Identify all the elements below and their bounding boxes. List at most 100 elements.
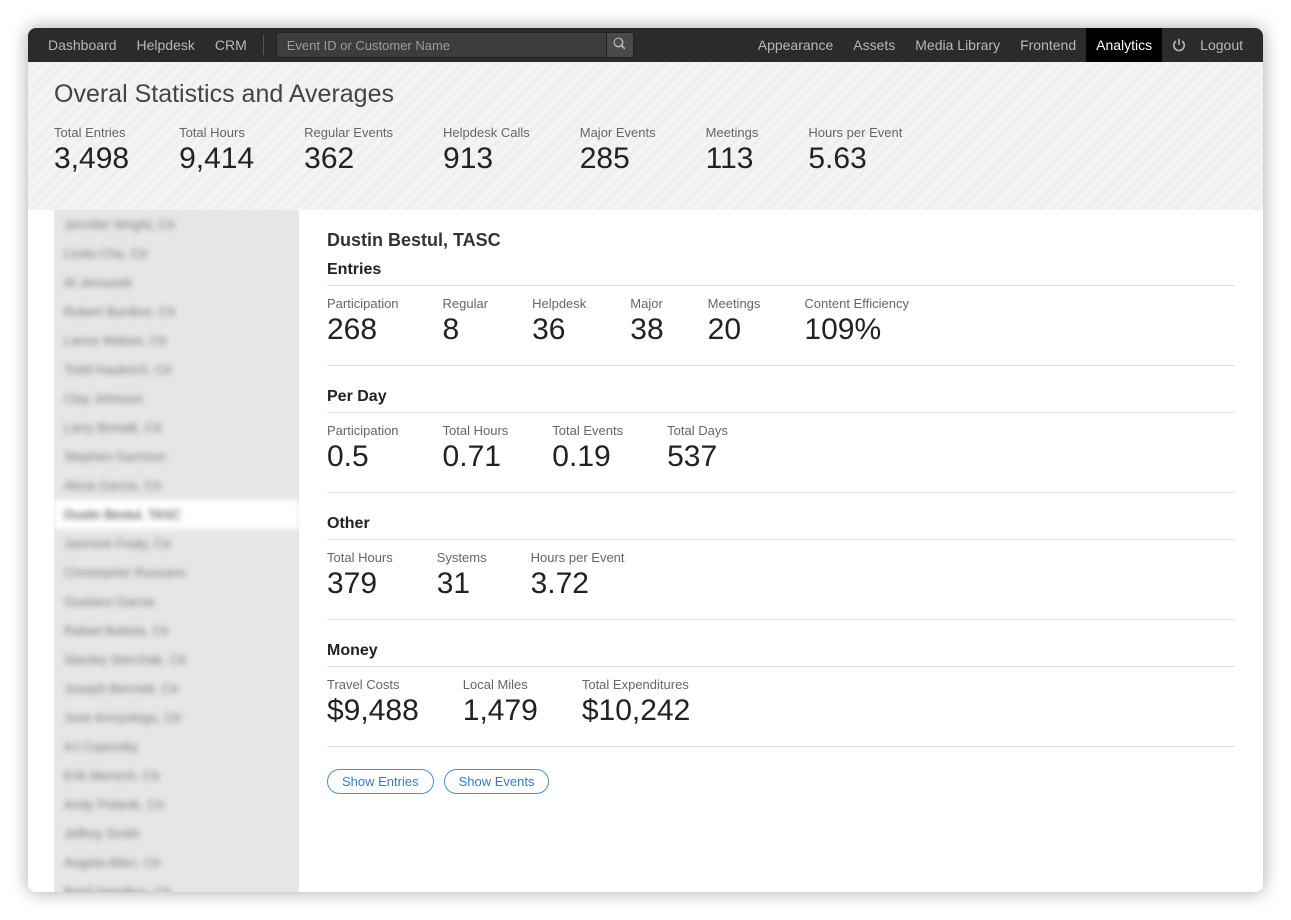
metric-label: Total Events [552,423,623,438]
search-icon [613,37,626,53]
stat-value: 113 [706,142,759,176]
metric-value: $9,488 [327,694,419,728]
metric-value: 38 [630,313,663,347]
nav-item-frontend[interactable]: Frontend [1010,28,1086,62]
stat-value: 362 [304,142,393,176]
sidebar-person[interactable]: Erik Mensch, Ctr [54,761,299,790]
power-icon [1162,38,1190,52]
nav-item-helpdesk[interactable]: Helpdesk [127,28,205,62]
search-box [276,32,634,58]
stat-label: Meetings [706,125,759,140]
sidebar-person[interactable]: Stanley Sterchak, Ctr [54,645,299,674]
metric-label: Total Hours [443,423,509,438]
sidebar-person[interactable]: Robert Burdine, Ctr [54,297,299,326]
metric-label: Major [630,296,663,311]
detail-panel: Dustin Bestul, TASC Entries Participatio… [299,210,1263,892]
section-title-entries: Entries [327,261,1235,286]
sidebar-person[interactable]: Clay Johnson [54,384,299,413]
stat-label: Total Entries [54,125,129,140]
metric-value: 3.72 [531,567,625,601]
stat-meetings: Meetings 113 [706,125,759,176]
metric-other-hours-per-event: Hours per Event 3.72 [531,550,625,601]
metric-value: 109% [804,313,909,347]
metric-value: 8 [443,313,489,347]
sidebar-person[interactable]: Lance Mabee, Ctr [54,326,299,355]
nav-item-media-library[interactable]: Media Library [905,28,1010,62]
sidebar-person[interactable]: Angela Allen, Ctr [54,848,299,877]
metric-label: Total Hours [327,550,393,565]
nav-item-dashboard[interactable]: Dashboard [38,28,127,62]
sidebar-person[interactable]: Dustin Bestul, TASC [54,500,299,529]
nav-item-crm[interactable]: CRM [205,28,257,62]
search-input[interactable] [276,32,606,58]
nav-item-analytics[interactable]: Analytics [1086,28,1162,62]
metric-label: Meetings [708,296,761,311]
metric-value: 0.71 [443,440,509,474]
stat-label: Hours per Event [808,125,902,140]
detail-person-name: Dustin Bestul, TASC [327,230,1235,251]
nav-item-assets[interactable]: Assets [843,28,905,62]
metric-value: 36 [532,313,586,347]
sidebar-person[interactable]: Larry Bonatti, Ctr [54,413,299,442]
section-title-other: Other [327,515,1235,540]
metric-value: 379 [327,567,393,601]
sidebar-person[interactable]: Al Jerousek [54,268,299,297]
metric-pd-total-hours: Total Hours 0.71 [443,423,509,474]
metric-label: Participation [327,296,399,311]
metric-label: Participation [327,423,399,438]
summary-panel: Overal Statistics and Averages Total Ent… [28,62,1263,210]
metric-major: Major 38 [630,296,663,347]
metric-value: 0.19 [552,440,623,474]
search-button[interactable] [606,32,634,58]
metric-regular: Regular 8 [443,296,489,347]
sidebar-person[interactable]: Stephen Garrison [54,442,299,471]
sidebar-person[interactable]: Linda Cha, Ctr [54,239,299,268]
summary-stats-row: Total Entries 3,498 Total Hours 9,414 Re… [54,125,1237,176]
sidebar-person[interactable]: Jennifer Wright, Ctr [54,210,299,239]
metric-money-total-expenditures: Total Expenditures $10,242 [582,677,690,728]
sidebar-person[interactable]: Alicia Garcia, Ctr [54,471,299,500]
metric-label: Content Efficiency [804,296,909,311]
stat-value: 285 [580,142,656,176]
metric-value: 0.5 [327,440,399,474]
metric-money-travel-costs: Travel Costs $9,488 [327,677,419,728]
sidebar-person[interactable]: Jose Arroyologo, Ctr [54,703,299,732]
nav-item-appearance[interactable]: Appearance [748,28,844,62]
sidebar-person[interactable]: AJ Coprosky [54,732,299,761]
sidebar-person[interactable]: Todd Haubrich, Ctr [54,355,299,384]
sidebar-person[interactable]: Basil Hamilton, Ctr [54,877,299,892]
metric-label: Hours per Event [531,550,625,565]
metric-value: 268 [327,313,399,347]
nav-item-logout[interactable]: Logout [1190,28,1253,62]
metric-pd-total-days: Total Days 537 [667,423,728,474]
page-title: Overal Statistics and Averages [54,80,1237,109]
metric-label: Systems [437,550,487,565]
metric-label: Regular [443,296,489,311]
metric-helpdesk: Helpdesk 36 [532,296,586,347]
metric-label: Total Expenditures [582,677,690,692]
sidebar-person[interactable]: Jeffrey Smith [54,819,299,848]
sidebar-person[interactable]: Gustavo Garcia [54,587,299,616]
section-title-per-day: Per Day [327,388,1235,413]
stat-hours-per-event: Hours per Event 5.63 [808,125,902,176]
metric-value: 1,479 [463,694,538,728]
metric-label: Local Miles [463,677,538,692]
section-title-money: Money [327,642,1235,667]
nav-divider [263,35,264,55]
sidebar-person[interactable]: Christopher Russano [54,558,299,587]
stat-label: Total Hours [179,125,254,140]
sidebar-person[interactable]: Joseph Bennett, Ctr [54,674,299,703]
metric-meetings: Meetings 20 [708,296,761,347]
metric-label: Total Days [667,423,728,438]
people-sidebar: Jennifer Wright, CtrLinda Cha, CtrAl Jer… [54,210,299,892]
sidebar-person[interactable]: Rafael Batista, Ctr [54,616,299,645]
metric-label: Travel Costs [327,677,419,692]
stat-value: 913 [443,142,530,176]
sidebar-person[interactable]: Andy Polanik, Ctr [54,790,299,819]
metric-participation: Participation 268 [327,296,399,347]
show-events-button[interactable]: Show Events [444,769,550,794]
stat-regular-events: Regular Events 362 [304,125,393,176]
stat-value: 9,414 [179,142,254,176]
show-entries-button[interactable]: Show Entries [327,769,434,794]
sidebar-person[interactable]: Jasmine Fealy, Ctr [54,529,299,558]
